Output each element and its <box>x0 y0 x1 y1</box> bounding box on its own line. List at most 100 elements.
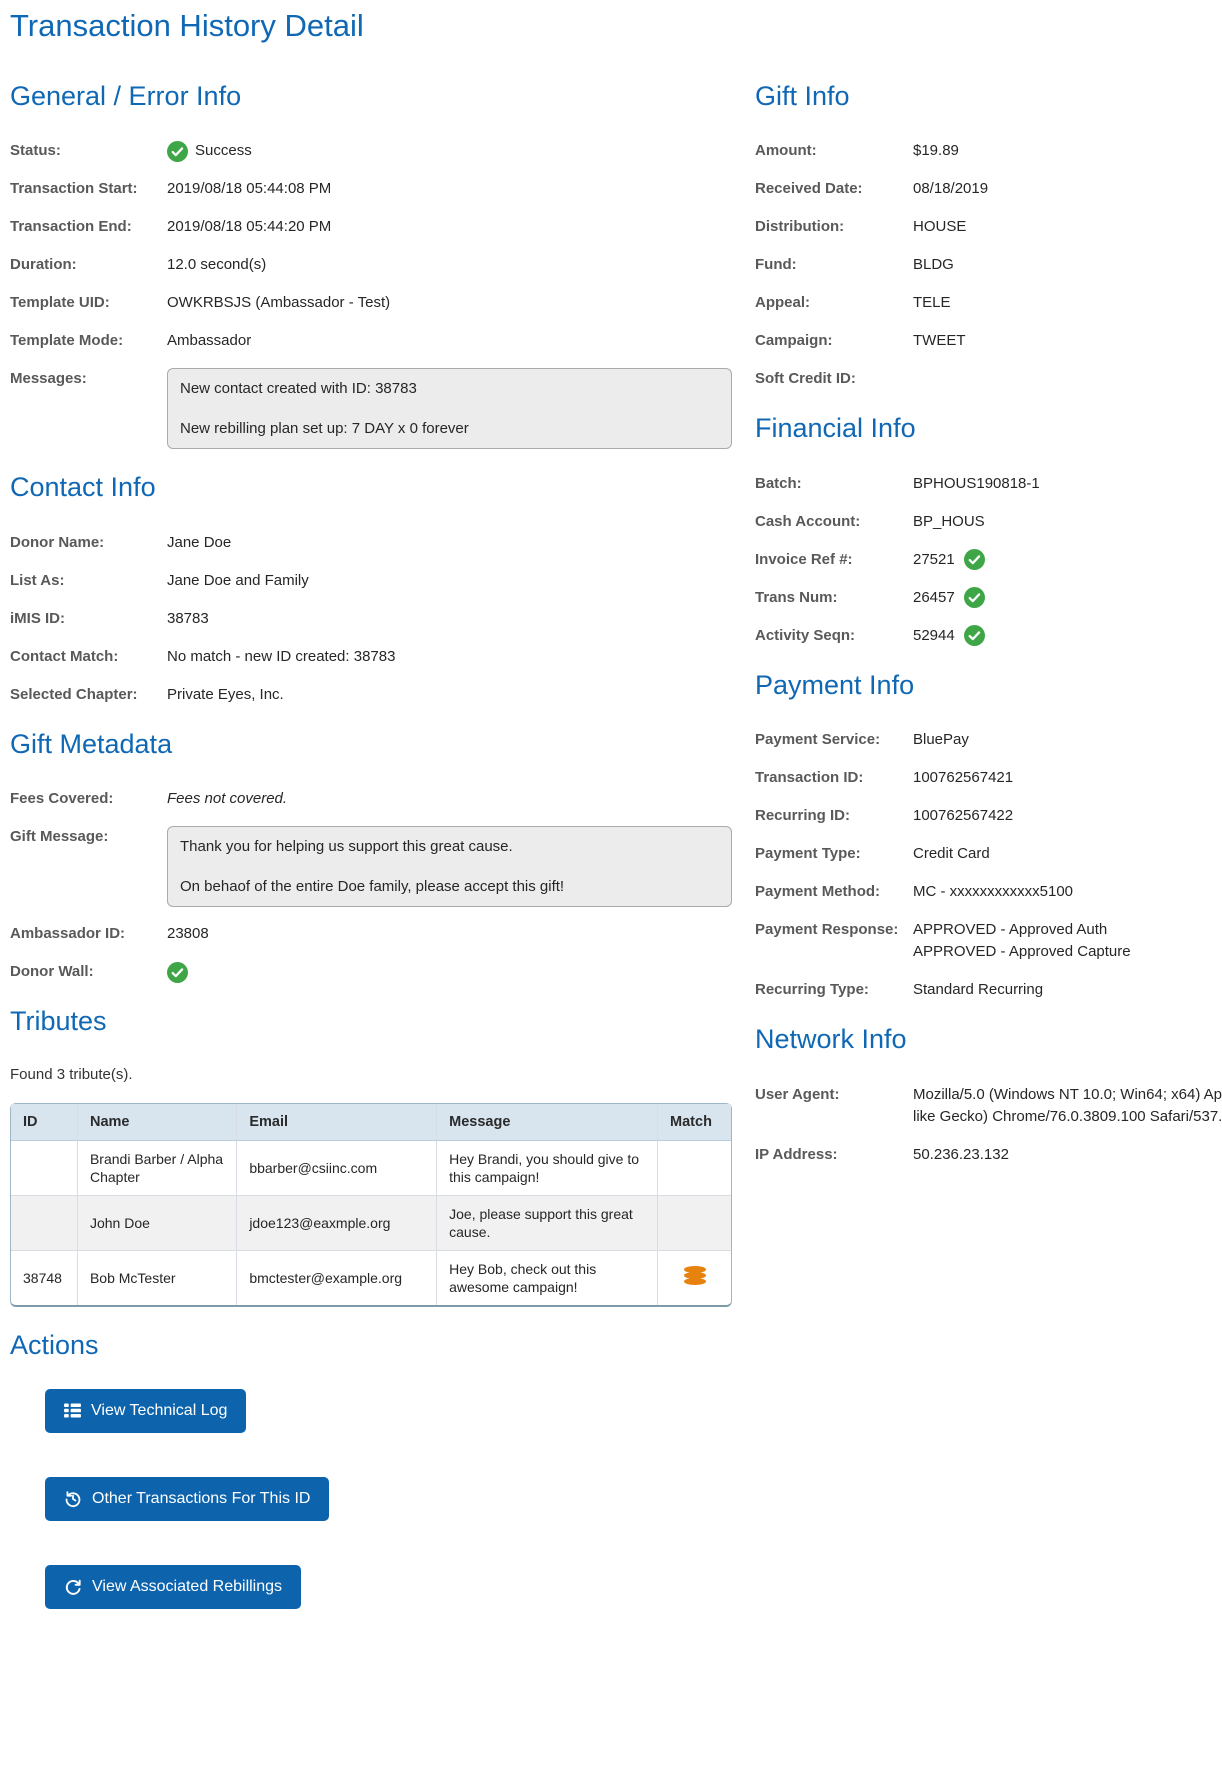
user-agent-line: Mozilla/5.0 (Windows NT 10.0; Win64; x64… <box>913 1085 1222 1103</box>
field-row: Selected Chapter: Private Eyes, Inc. <box>10 684 747 706</box>
gift-message-box: Thank you for helping us support this gr… <box>167 826 732 908</box>
donor-wall-row: Donor Wall: <box>10 961 747 983</box>
view-technical-log-button[interactable]: View Technical Log <box>45 1388 247 1433</box>
tribute-match <box>657 1140 731 1196</box>
ambassador-id-label: Ambassador ID: <box>10 925 126 943</box>
recurring-id-value: 100762567422 <box>913 807 1014 825</box>
column-header-email: Email <box>236 1103 437 1141</box>
ip-address-label: IP Address: <box>755 1145 838 1163</box>
recurring-id-label: Recurring ID: <box>755 807 851 825</box>
invoice-ref-value: 27521 <box>913 550 955 568</box>
donor-wall-label: Donor Wall: <box>10 963 94 981</box>
payment-service-value: BluePay <box>913 731 969 749</box>
template-mode-value: Ambassador <box>167 332 252 350</box>
field-row: Transaction End: 2019/08/18 05:44:20 PM <box>10 216 747 238</box>
distribution-label: Distribution: <box>755 218 845 236</box>
other-transactions-button[interactable]: Other Transactions For This ID <box>45 1476 330 1521</box>
check-circle-icon <box>963 587 985 609</box>
check-circle-icon <box>963 625 985 647</box>
tribute-message: Joe, please support this great cause. <box>436 1195 658 1251</box>
tribute-email: jdoe123@eaxmple.org <box>236 1195 437 1251</box>
list-as-value: Jane Doe and Family <box>167 571 309 589</box>
left-column: General / Error Info Status: Success Tra… <box>10 80 747 1623</box>
gift-message-row: Gift Message: Thank you for helping us s… <box>10 826 747 908</box>
invoice-ref-label: Invoice Ref #: <box>755 550 853 568</box>
transaction-history-detail-page: Transaction History Detail General / Err… <box>0 0 1222 1623</box>
user-agent-line: like Gecko) Chrome/76.0.3809.100 Safari/… <box>913 1107 1222 1125</box>
recurring-type-label: Recurring Type: <box>755 981 869 999</box>
check-circle-icon <box>167 961 188 983</box>
ip-address-value: 50.236.23.132 <box>913 1145 1009 1163</box>
cash-account-label: Cash Account: <box>755 512 861 530</box>
section-actions: Actions <box>10 1329 99 1360</box>
tribute-id <box>11 1195 77 1251</box>
tribute-id <box>11 1141 77 1196</box>
tribute-id: 38748 <box>23 1269 62 1286</box>
tribute-match <box>657 1195 731 1251</box>
field-row: Trans Num: 26457 <box>755 587 1222 609</box>
campaign-value: TWEET <box>913 332 966 350</box>
received-date-value: 08/18/2019 <box>913 180 989 198</box>
field-row: Recurring ID: 100762567422 <box>755 805 1222 827</box>
field-row: Ambassador ID: 23808 <box>10 923 747 945</box>
field-row: Amount: $19.89 <box>755 140 1222 162</box>
transaction-end-label: Transaction End: <box>10 218 132 236</box>
button-label: View Technical Log <box>91 1401 228 1419</box>
tributes-found-text: Found 3 tribute(s). <box>10 1065 133 1083</box>
donor-name-value: Jane Doe <box>167 533 232 551</box>
batch-value: BPHOUS190818-1 <box>913 474 1040 492</box>
button-label: Other Transactions For This ID <box>92 1489 311 1507</box>
section-financial-info: Financial Info <box>755 413 916 444</box>
field-row: Transaction Start: 2019/08/18 05:44:08 P… <box>10 178 747 200</box>
tribute-message: Hey Brandi, you should give to this camp… <box>436 1140 658 1196</box>
user-agent-row: User Agent: Mozilla/5.0 (Windows NT 10.0… <box>755 1084 1222 1128</box>
section-payment-info: Payment Info <box>755 669 915 700</box>
field-row: Cash Account: BP_HOUS <box>755 511 1222 533</box>
fees-covered-value: Fees not covered. <box>167 790 288 808</box>
payment-method-value: MC - xxxxxxxxxxxx5100 <box>913 883 1074 901</box>
section-gift-metadata: Gift Metadata <box>10 728 173 759</box>
field-row: Template Mode: Ambassador <box>10 330 747 352</box>
field-row: Activity Seqn: 52944 <box>755 625 1222 647</box>
tributes-header-row: ID Name Email Message Match <box>11 1103 731 1141</box>
database-icon <box>683 1265 706 1286</box>
field-row: Fees Covered: Fees not covered. <box>10 788 747 810</box>
column-header-id: ID <box>11 1103 77 1141</box>
ambassador-id-value: 23808 <box>167 925 209 943</box>
payment-response-label: Payment Response: <box>755 921 899 939</box>
table-row: Brandi Barber / Alpha Chapter bbarber@cs… <box>11 1140 731 1196</box>
gift-message-line: Thank you for helping us support this gr… <box>180 838 513 856</box>
payment-type-value: Credit Card <box>913 845 990 863</box>
section-gift-info: Gift Info <box>755 81 850 111</box>
amount-value: $19.89 <box>913 142 959 160</box>
messages-label: Messages: <box>10 370 87 388</box>
status-label: Status: <box>10 142 61 160</box>
selected-chapter-label: Selected Chapter: <box>10 685 138 703</box>
field-row: Payment Type: Credit Card <box>755 843 1222 865</box>
table-list-icon <box>64 1403 81 1418</box>
field-row: Donor Name: Jane Doe <box>10 532 747 554</box>
distribution-value: HOUSE <box>913 218 967 236</box>
payment-method-label: Payment Method: <box>755 883 881 901</box>
field-row: Fund: BLDG <box>755 254 1222 276</box>
appeal-value: TELE <box>913 294 951 312</box>
field-row: Template UID: OWKRBSJS (Ambassador - Tes… <box>10 292 747 314</box>
view-associated-rebillings-button[interactable]: View Associated Rebillings <box>45 1564 302 1609</box>
field-row: Campaign: TWEET <box>755 330 1222 352</box>
field-row: Batch: BPHOUS190818-1 <box>755 473 1222 495</box>
field-row: List As: Jane Doe and Family <box>10 570 747 592</box>
payment-response-line: APPROVED - Approved Capture <box>913 943 1131 961</box>
duration-label: Duration: <box>10 256 77 274</box>
right-column: Gift Info Amount: $19.89 Received Date: … <box>747 80 1222 1182</box>
trans-num-value: 26457 <box>913 588 955 606</box>
field-row: Appeal: TELE <box>755 292 1222 314</box>
gift-message-label: Gift Message: <box>10 828 109 846</box>
transaction-id-value: 100762567421 <box>913 769 1014 787</box>
table-row: 38748 Bob McTester bmctester@example.org… <box>11 1250 731 1305</box>
field-row: iMIS ID: 38783 <box>10 608 747 630</box>
field-row: Received Date: 08/18/2019 <box>755 178 1222 200</box>
messages-row: Messages: New contact created with ID: 3… <box>10 368 747 450</box>
selected-chapter-value: Private Eyes, Inc. <box>167 685 284 703</box>
payment-service-label: Payment Service: <box>755 731 881 749</box>
template-uid-value: OWKRBSJS (Ambassador - Test) <box>167 294 391 312</box>
